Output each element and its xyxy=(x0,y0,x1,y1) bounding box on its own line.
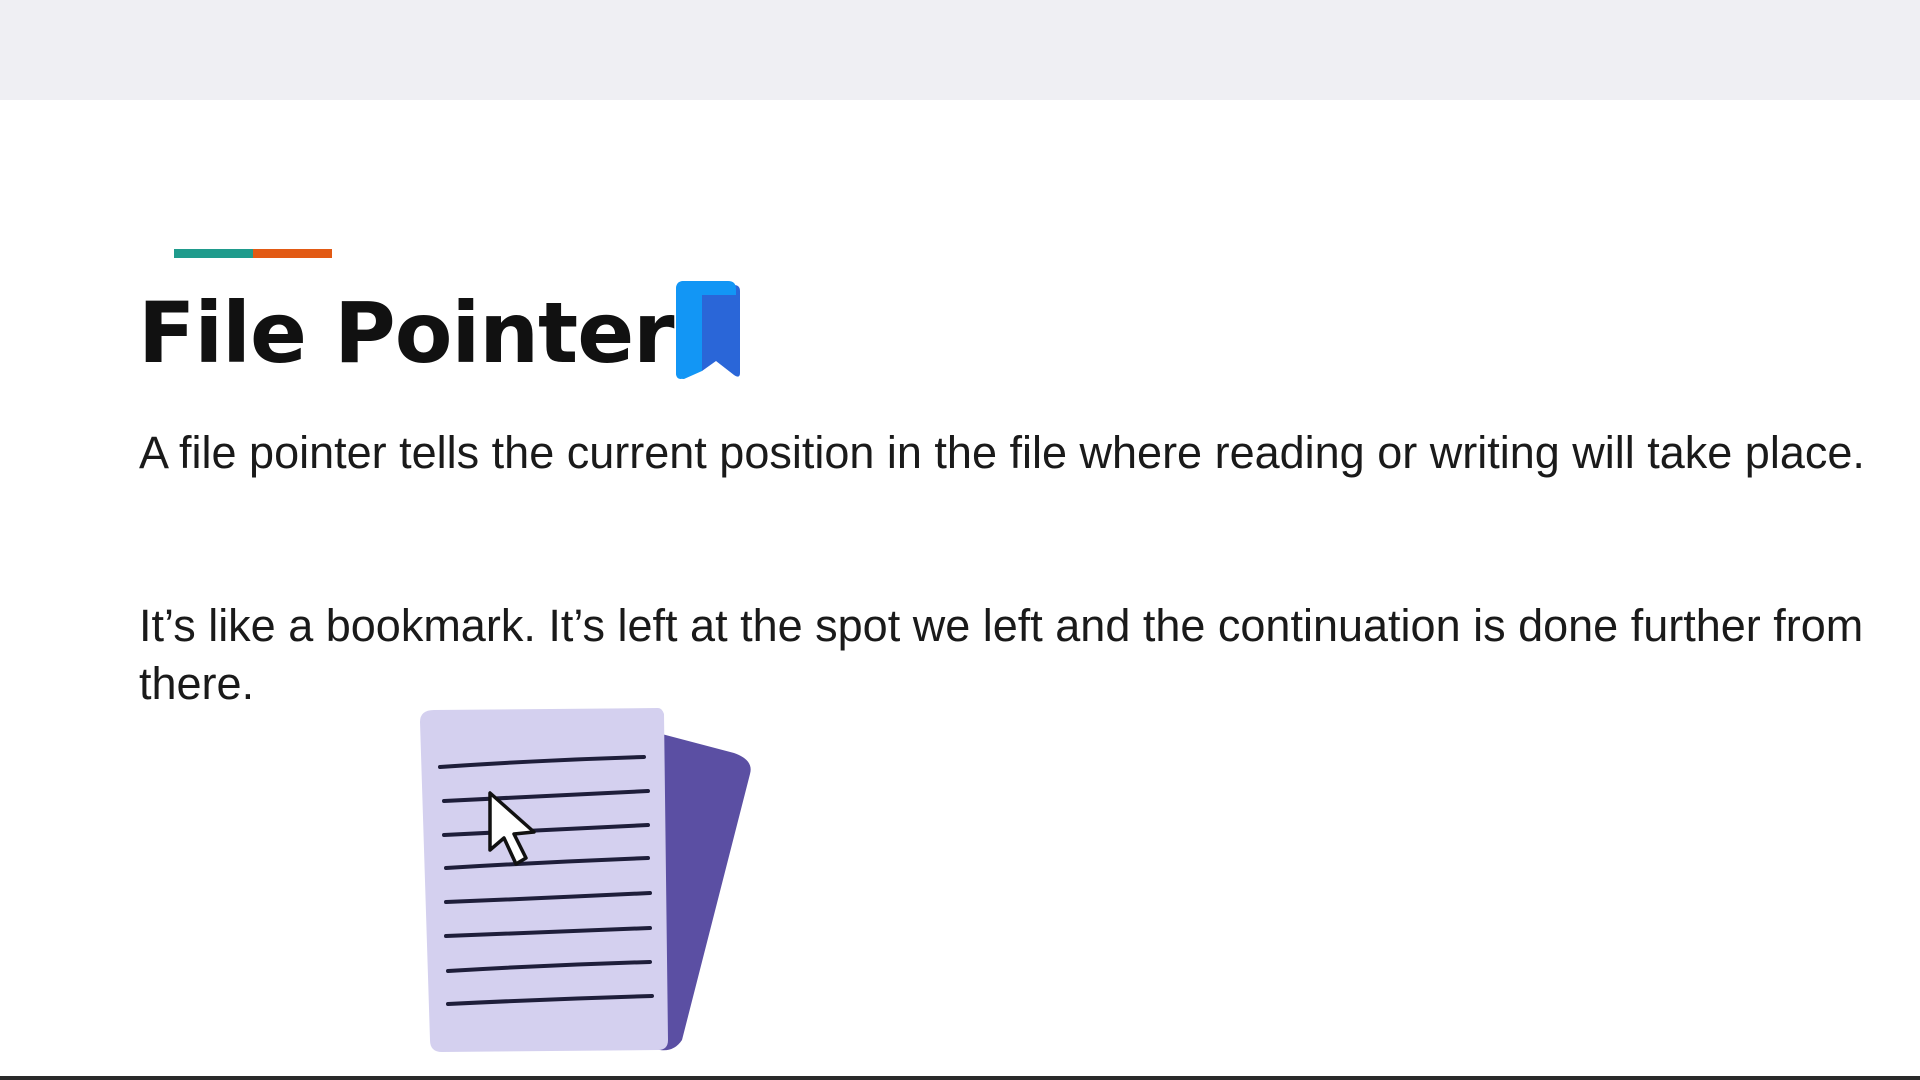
document-with-cursor-icon xyxy=(420,708,751,1052)
accent-segment-orange xyxy=(253,249,332,258)
bottom-border xyxy=(0,1076,1920,1080)
slide-title: File Pointers xyxy=(138,284,724,382)
title-accent-bar xyxy=(174,249,332,258)
paragraph-analogy: It’s like a bookmark. It’s left at the s… xyxy=(139,600,1864,709)
bookmark-icon xyxy=(676,281,740,379)
accent-segment-teal xyxy=(174,249,253,258)
top-band xyxy=(0,0,1920,100)
paragraph-definition: A file pointer tells the current positio… xyxy=(139,427,1865,478)
slide xyxy=(0,100,1920,1076)
bookmark-back xyxy=(702,285,740,377)
